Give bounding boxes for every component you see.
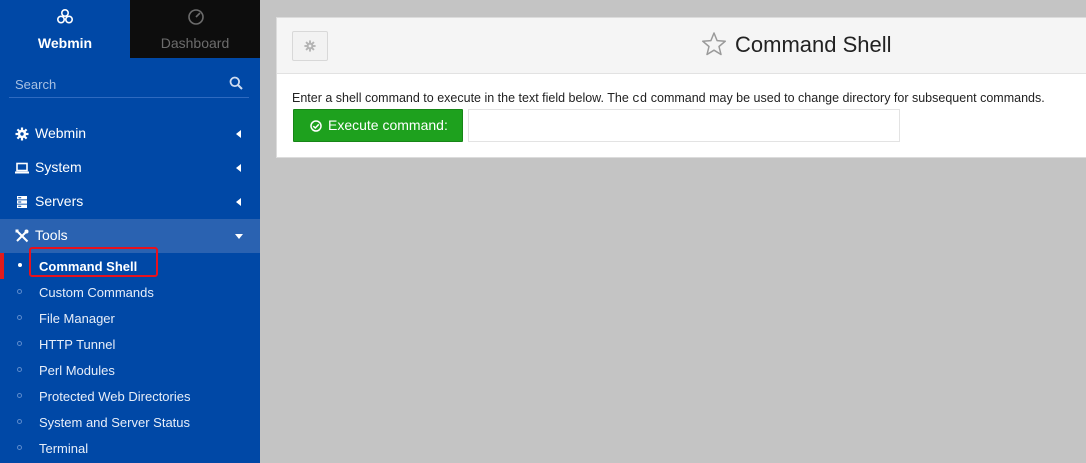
submenu-item-label: System and Server Status (39, 415, 191, 430)
caret-left-icon (236, 164, 241, 172)
bullet-icon (17, 445, 22, 450)
active-marker (0, 253, 4, 279)
sidebar-item-label: Servers (35, 193, 84, 209)
sidebar-item-servers[interactable]: Servers (0, 185, 260, 219)
submenu-item-perl-modules[interactable]: Perl Modules (0, 357, 260, 383)
submenu-item-system-and-server-status[interactable]: System and Server Status (0, 409, 260, 435)
submenu-item-label: Protected Web Directories (39, 389, 191, 404)
description-text: Enter a shell command to execute in the … (292, 91, 1045, 106)
page-title: Command Shell (735, 32, 892, 57)
submenu-item-file-manager[interactable]: File Manager (0, 305, 260, 331)
webmin-logo-icon (56, 8, 74, 24)
laptop-icon (15, 162, 29, 174)
submenu-item-label: Perl Modules (39, 363, 115, 378)
dashboard-tab[interactable]: Dashboard (130, 0, 260, 58)
bullet-icon (17, 315, 22, 320)
sidebar-item-webmin[interactable]: Webmin (0, 117, 260, 151)
submenu-item-terminal[interactable]: Terminal (0, 435, 260, 461)
sidebar-item-label: Tools (35, 227, 68, 243)
bullet-icon (17, 367, 22, 372)
panel-header: Command Shell (277, 18, 1086, 74)
highlight-box (29, 247, 158, 277)
webmin-tab[interactable]: Webmin (0, 0, 130, 58)
cd-command-code: cd (632, 92, 648, 106)
caret-left-icon (236, 130, 241, 138)
submenu-item-label: HTTP Tunnel (39, 337, 116, 352)
submenu-item-label: Terminal (39, 441, 89, 456)
command-input[interactable] (468, 109, 900, 142)
star-icon[interactable] (701, 31, 727, 57)
webmin-tab-label: Webmin (37, 35, 93, 51)
bullet-icon (17, 289, 22, 294)
dashboard-tab-label: Dashboard (160, 35, 230, 51)
execute-command-button[interactable]: Execute command: (293, 109, 463, 142)
sidebar-item-system[interactable]: System (0, 151, 260, 185)
sidebar: Webmin Dashboard Webmin (0, 0, 260, 463)
sidebar-item-label: System (35, 159, 82, 175)
bullet-icon (18, 263, 22, 267)
submenu-item-http-tunnel[interactable]: HTTP Tunnel (0, 331, 260, 357)
submenu-item-protected-web-directories[interactable]: Protected Web Directories (0, 383, 260, 409)
search-input[interactable] (15, 74, 215, 94)
sidebar-search (9, 71, 249, 98)
server-icon (17, 196, 27, 208)
tools-icon (15, 229, 29, 243)
brand-row: Webmin Dashboard (0, 0, 260, 58)
caret-left-icon (236, 198, 241, 206)
bullet-icon (17, 341, 22, 346)
execute-command-label: Execute command: (328, 117, 448, 133)
submenu-item-label: File Manager (39, 311, 115, 326)
gear-icon (304, 40, 316, 52)
gear-icon (15, 127, 29, 141)
main-panel: Command Shell Enter a shell command to e… (276, 17, 1086, 158)
check-circle-icon (310, 120, 322, 132)
description-text-before: Enter a shell command to execute in the … (292, 91, 633, 105)
caret-down-icon (235, 234, 243, 239)
submenu-item-command-shell[interactable]: Command Shell (0, 247, 260, 279)
submenu-item-label: Custom Commands (39, 285, 154, 300)
bullet-icon (17, 419, 22, 424)
sidebar-item-label: Webmin (35, 125, 87, 141)
module-config-button[interactable] (292, 31, 328, 61)
search-icon[interactable] (229, 76, 243, 90)
dashboard-gauge-icon (188, 9, 204, 25)
bullet-icon (17, 393, 22, 398)
description-text-after: command may be used to change directory … (647, 91, 1045, 105)
submenu-item-custom-commands[interactable]: Custom Commands (0, 279, 260, 305)
